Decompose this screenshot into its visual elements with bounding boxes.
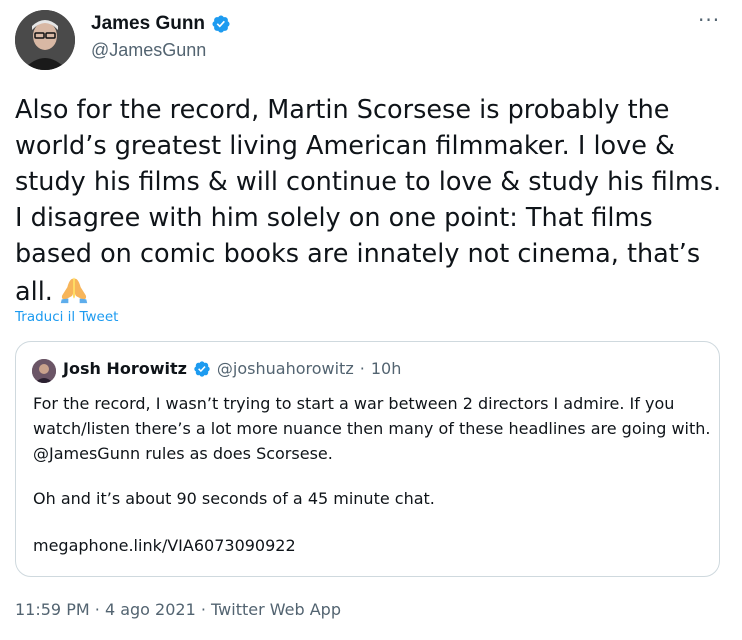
tweet-source[interactable]: Twitter Web App — [211, 600, 341, 619]
tweet-timestamp: 11:59 PM · 4 ago 2021 · Twitter Web App — [15, 600, 341, 619]
tweet-time[interactable]: 11:59 PM — [15, 600, 90, 619]
footer-separator: · — [94, 600, 100, 619]
tweet-text: Also for the record, Martin Scorsese is … — [15, 92, 730, 310]
quoted-tweet-body: For the record, I wasn’t trying to start… — [33, 391, 713, 558]
quoted-tweet-time: 10h — [370, 359, 402, 378]
tweet-body: Also for the record, Martin Scorsese is … — [15, 95, 722, 307]
more-options-button[interactable]: ··· — [698, 10, 720, 30]
paragraph-spacer — [33, 466, 713, 486]
author-name[interactable]: James Gunn — [91, 13, 205, 35]
quoted-tweet-link: megaphone.link/VIA6073090922 — [33, 536, 296, 555]
quoted-tweet-paragraph: Oh and it’s about 90 seconds of a 45 min… — [33, 489, 435, 508]
verified-badge-icon — [194, 360, 210, 377]
quoted-author-handle: @joshuahorowitz — [216, 359, 354, 378]
quoted-tweet-header: Josh Horowitz @joshuahorowitz · 10h — [63, 359, 401, 378]
translate-tweet-link[interactable]: Traduci il Tweet — [15, 309, 118, 325]
tweet-date[interactable]: 4 ago 2021 — [105, 600, 196, 619]
author-handle[interactable]: @JamesGunn — [91, 40, 206, 61]
quoted-tweet-card[interactable]: Josh Horowitz @joshuahorowitz · 10h For … — [15, 341, 720, 577]
footer-separator: · — [200, 600, 206, 619]
quoted-meta-separator: · — [359, 359, 365, 378]
verified-badge-icon — [212, 15, 230, 33]
quoted-author-avatar — [32, 359, 56, 383]
author-avatar[interactable] — [15, 10, 75, 70]
quoted-tweet-paragraph: For the record, I wasn’t trying to start… — [33, 394, 711, 463]
quoted-author-name: Josh Horowitz — [63, 359, 187, 378]
author-name-row[interactable]: James Gunn — [91, 13, 231, 35]
folded-hands-emoji-icon — [60, 277, 88, 304]
